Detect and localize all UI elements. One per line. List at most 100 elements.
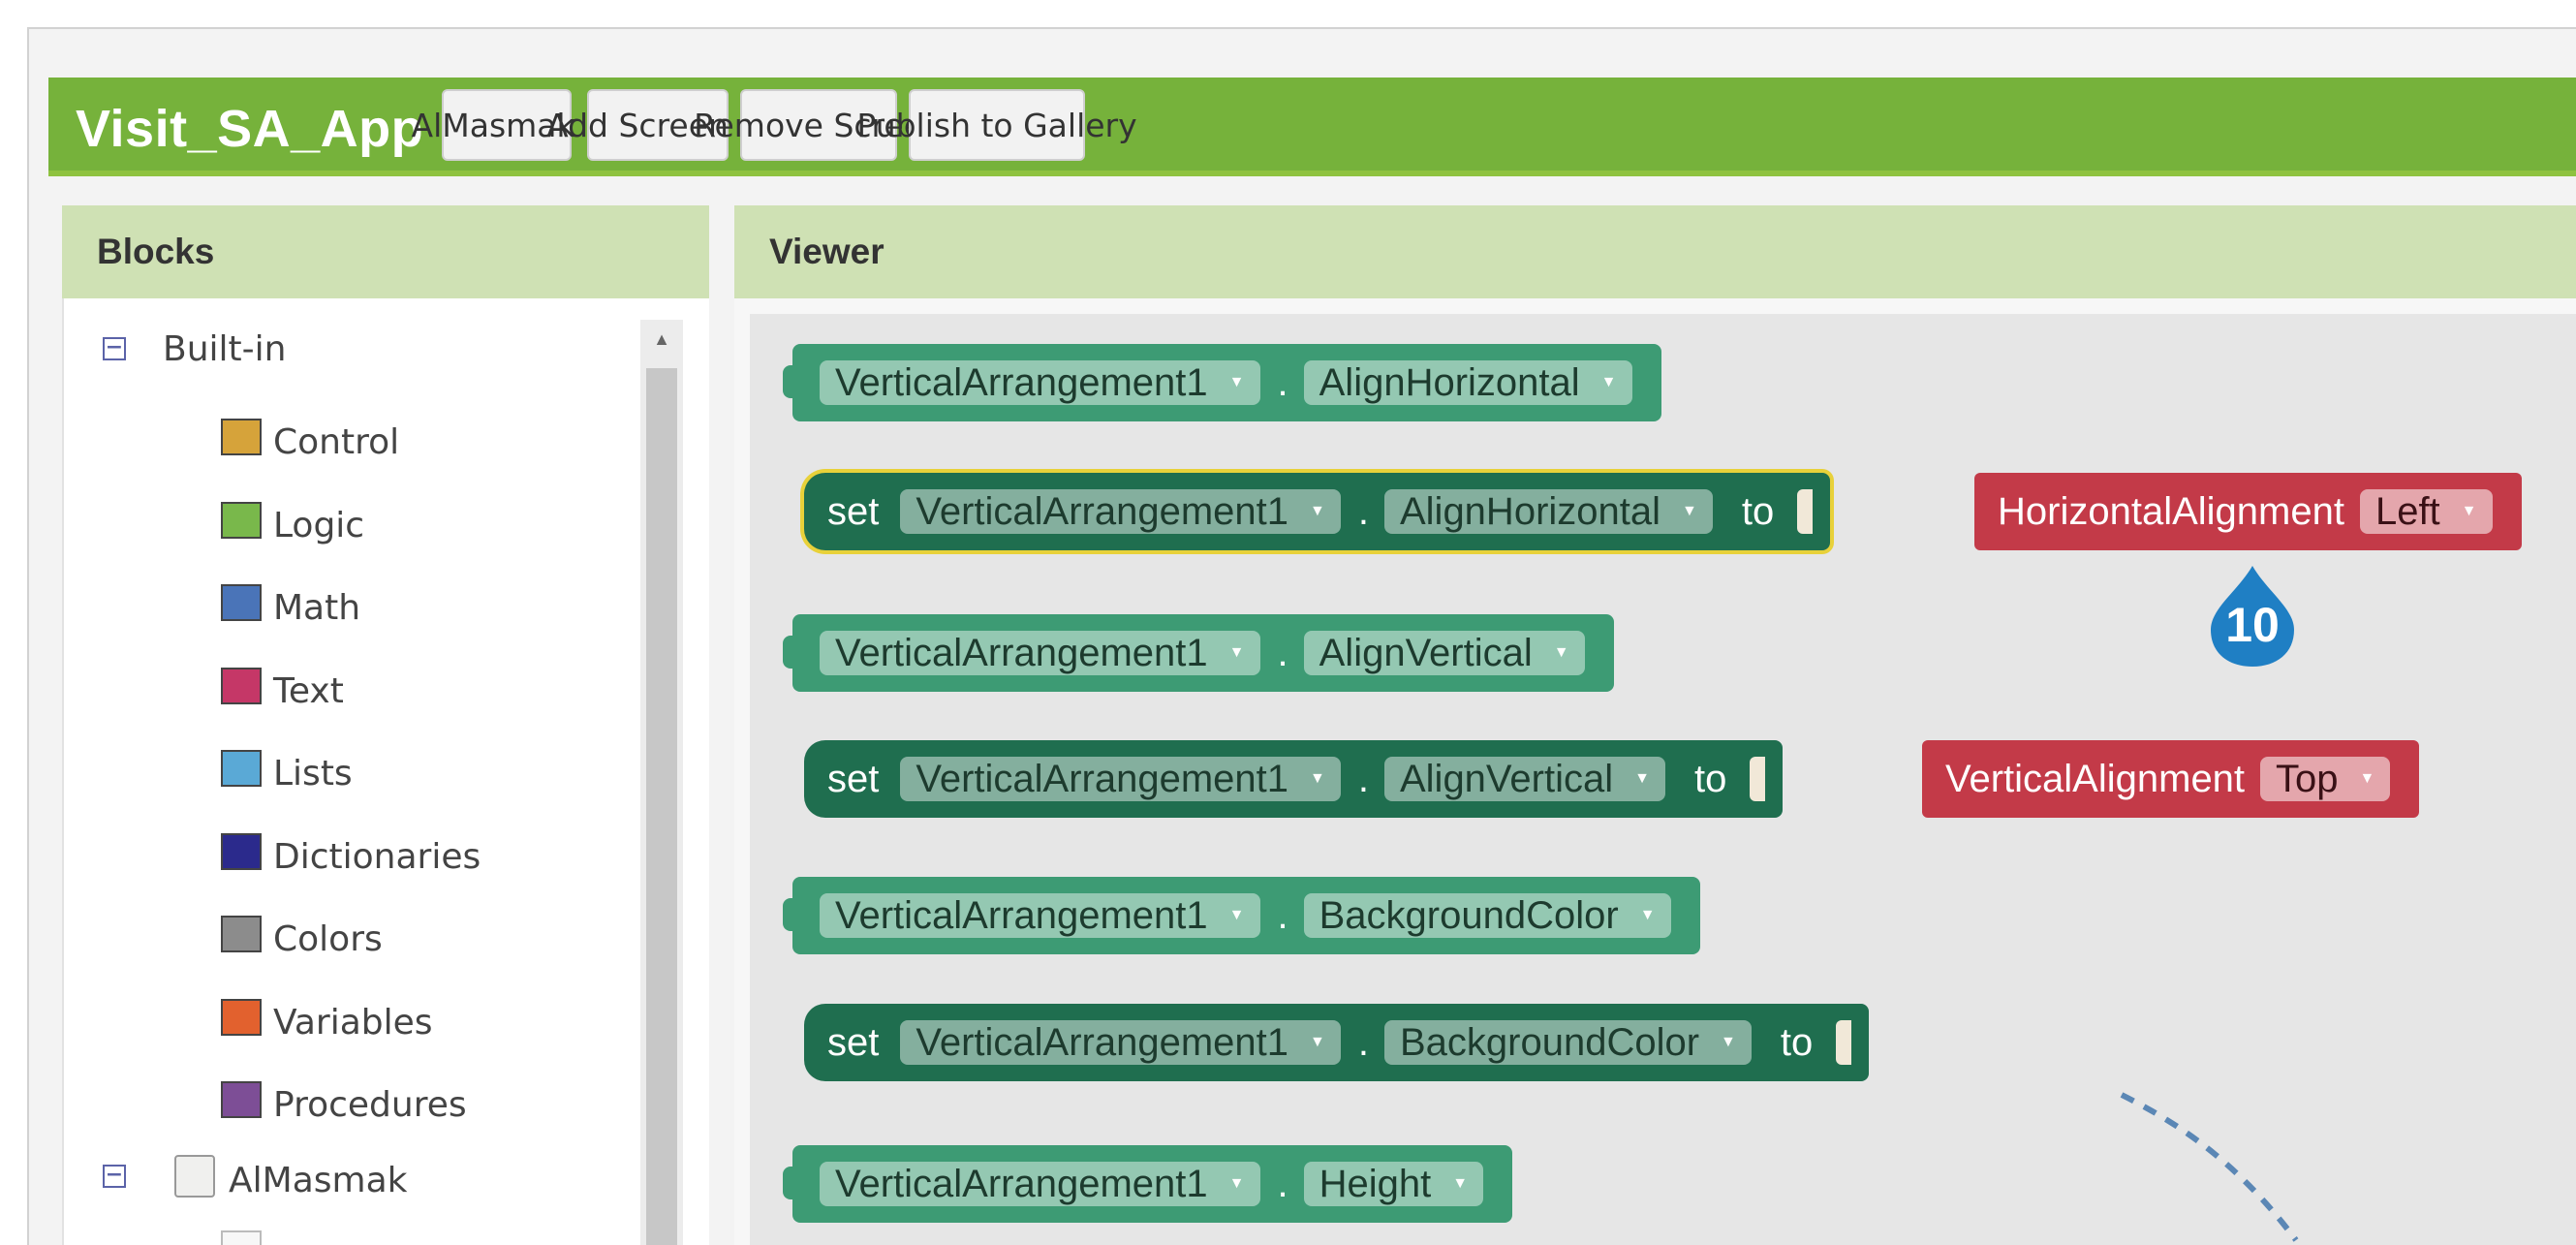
- chevron-down-icon: ▼: [1553, 644, 1569, 661]
- blocks-panel-title: Blocks: [97, 232, 215, 271]
- category-variables[interactable]: Variables: [273, 1003, 433, 1043]
- blocks-panel-header: Blocks: [62, 205, 709, 298]
- category-math-icon: [221, 584, 262, 621]
- blocks-scrollbar[interactable]: ▲: [640, 320, 683, 1245]
- component-dropdown[interactable]: VerticalArrangement1 ▼: [900, 757, 1341, 801]
- property-dropdown[interactable]: BackgroundColor ▼: [1383, 1020, 1752, 1065]
- getter-block-backgroundcolor[interactable]: VerticalArrangement1 ▼. BackgroundColor ▼: [783, 877, 1700, 954]
- publish-to-gallery-button[interactable]: Publish to Gallery: [856, 89, 1137, 161]
- dot-separator: .: [1277, 1162, 1288, 1205]
- dot-separator: .: [1277, 893, 1288, 937]
- dot-separator: .: [1277, 360, 1288, 404]
- component-icon: [221, 1230, 262, 1245]
- setter-block-backgroundcolor[interactable]: set VerticalArrangement1 ▼. BackgroundColor…: [804, 1004, 1870, 1081]
- property-dropdown[interactable]: Height ▼: [1303, 1162, 1484, 1206]
- dot-separator: .: [1357, 489, 1369, 533]
- to-keyword: to: [1741, 489, 1775, 533]
- category-variables-icon: [221, 998, 262, 1036]
- dot-separator: .: [1277, 631, 1288, 674]
- property-dropdown[interactable]: BackgroundColor ▼: [1303, 893, 1671, 938]
- screen-icon: [174, 1155, 215, 1198]
- chevron-down-icon: ▼: [1721, 1034, 1736, 1050]
- component-dropdown-label: VerticalArrangement1: [916, 489, 1289, 533]
- tree-node-screen[interactable]: AlMasmak: [229, 1161, 407, 1200]
- dot-separator: .: [1357, 757, 1369, 800]
- component-dropdown-label: VerticalArrangement1: [835, 631, 1208, 674]
- component-dropdown[interactable]: VerticalArrangement1 ▼: [820, 631, 1260, 675]
- helper-block-verticalalignment[interactable]: VerticalAlignment Top ▼: [1922, 740, 2420, 818]
- dashed-connector: [2120, 1092, 2299, 1242]
- component-dropdown-label: VerticalArrangement1: [835, 893, 1208, 937]
- chevron-down-icon: ▼: [1310, 503, 1325, 519]
- property-dropdown-label: BackgroundColor: [1399, 1020, 1700, 1064]
- helper-option-dropdown[interactable]: Left ▼: [2359, 489, 2493, 534]
- category-text[interactable]: Text: [273, 671, 344, 711]
- setter-block-alignhorizontal[interactable]: set VerticalArrangement1 ▼. AlignHorizontal…: [804, 473, 1831, 550]
- property-dropdown-label: Height: [1319, 1162, 1432, 1205]
- chevron-down-icon: ▼: [1228, 907, 1245, 923]
- category-colors-icon: [221, 916, 262, 952]
- component-dropdown-label: VerticalArrangement1: [916, 1020, 1289, 1064]
- collapse-icon[interactable]: −: [103, 337, 126, 360]
- component-dropdown[interactable]: VerticalArrangement1 ▼: [900, 1020, 1341, 1065]
- property-dropdown[interactable]: AlignHorizontal ▼: [1383, 489, 1713, 534]
- property-dropdown[interactable]: AlignVertical ▼: [1383, 757, 1665, 801]
- set-keyword: set: [827, 1020, 880, 1064]
- category-colors[interactable]: Colors: [273, 919, 383, 959]
- component-dropdown-label: VerticalArrangement1: [835, 1162, 1208, 1205]
- component-dropdown[interactable]: VerticalArrangement1 ▼: [820, 1162, 1260, 1206]
- category-text-icon: [221, 667, 262, 704]
- chevron-down-icon: ▼: [2359, 770, 2375, 787]
- property-dropdown[interactable]: AlignHorizontal ▼: [1303, 360, 1632, 405]
- category-dictionaries[interactable]: Dictionaries: [273, 837, 481, 877]
- scrollbar-thumb[interactable]: [646, 368, 677, 1245]
- step-badge-number: 10: [2225, 598, 2280, 652]
- collapse-icon[interactable]: −: [103, 1165, 126, 1188]
- viewer-panel-header: Viewer: [734, 205, 2576, 298]
- chevron-down-icon: ▼: [1310, 770, 1325, 787]
- getter-block-alignhorizontal[interactable]: VerticalArrangement1 ▼. AlignHorizontal ▼: [783, 344, 1661, 421]
- value-socket[interactable]: [1750, 757, 1766, 801]
- scroll-up-icon[interactable]: ▲: [640, 320, 683, 358]
- set-keyword: set: [827, 757, 880, 800]
- component-dropdown[interactable]: VerticalArrangement1 ▼: [820, 893, 1260, 938]
- chevron-down-icon: ▼: [1600, 374, 1617, 390]
- component-dropdown[interactable]: VerticalArrangement1 ▼: [900, 489, 1341, 534]
- chevron-down-icon: ▼: [2461, 503, 2477, 519]
- property-dropdown[interactable]: AlignVertical ▼: [1303, 631, 1585, 675]
- category-dictionaries-icon: [221, 832, 262, 870]
- tree-node-built-in[interactable]: Built-in: [163, 329, 286, 369]
- to-keyword: to: [1693, 757, 1727, 800]
- category-control[interactable]: Control: [273, 422, 399, 462]
- set-keyword: set: [827, 489, 880, 533]
- category-lists[interactable]: Lists: [273, 754, 353, 794]
- category-procedures[interactable]: Procedures: [273, 1085, 467, 1125]
- getter-block-alignvertical[interactable]: VerticalArrangement1 ▼. AlignVertical ▼: [783, 614, 1614, 692]
- setter-block-alignvertical[interactable]: set VerticalArrangement1 ▼. AlignVertical ▼ t…: [804, 740, 1784, 818]
- property-dropdown-label: AlignVertical: [1319, 631, 1533, 674]
- property-dropdown-label: AlignHorizontal: [1399, 489, 1661, 533]
- value-socket[interactable]: [1836, 1020, 1852, 1065]
- getter-block-height[interactable]: VerticalArrangement1 ▼. Height ▼: [782, 1145, 1513, 1223]
- chevron-down-icon: ▼: [1228, 374, 1245, 390]
- category-control-icon: [221, 419, 262, 455]
- helper-block-label: VerticalAlignment: [1945, 757, 2246, 800]
- helper-block-horizontalalignment[interactable]: HorizontalAlignment Left ▼: [1974, 473, 2522, 550]
- category-procedures-icon: [221, 1081, 262, 1118]
- to-keyword: to: [1780, 1020, 1814, 1064]
- app-title: Visit_SA_App: [76, 100, 424, 158]
- component-dropdown-label: VerticalArrangement1: [916, 757, 1289, 800]
- value-socket[interactable]: [1797, 489, 1814, 534]
- helper-option-dropdown[interactable]: Top ▼: [2260, 757, 2391, 801]
- category-logic[interactable]: Logic: [273, 506, 364, 545]
- dot-separator: .: [1357, 1020, 1369, 1064]
- helper-block-label: HorizontalAlignment: [1998, 489, 2344, 533]
- property-dropdown-label: AlignVertical: [1399, 757, 1614, 800]
- category-lists-icon: [221, 750, 262, 787]
- step-badge: 10: [2199, 562, 2306, 669]
- category-logic-icon: [221, 501, 262, 539]
- category-math[interactable]: Math: [273, 588, 360, 628]
- property-dropdown-label: BackgroundColor: [1319, 893, 1619, 937]
- helper-option-dropdown-label: Left: [2374, 489, 2440, 533]
- component-dropdown[interactable]: VerticalArrangement1 ▼: [820, 360, 1260, 405]
